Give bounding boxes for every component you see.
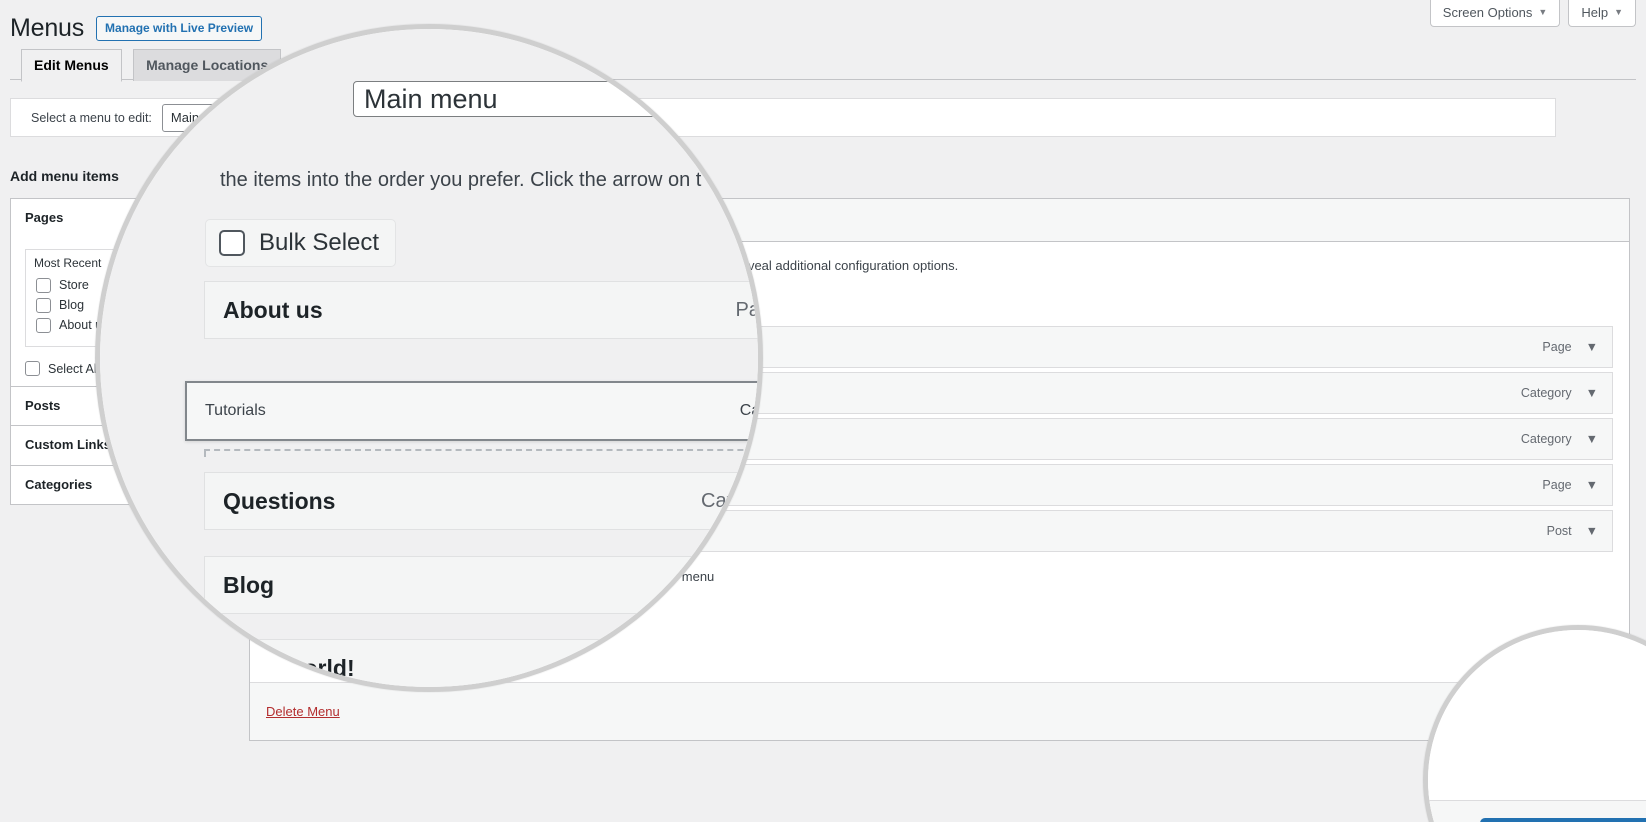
menu-item-title: Blog: [223, 571, 275, 598]
magnified-bulk-select-label: Bulk Select: [259, 229, 380, 256]
help-label: Help: [1581, 4, 1609, 20]
chevron-down-icon[interactable]: ▼: [1586, 478, 1598, 492]
checkbox-icon[interactable]: [36, 318, 51, 334]
wp-admin-menus-screen: Screen Options ▼ Help ▼ Menus Manage wit…: [0, 0, 1646, 822]
chevron-down-icon: ▼: [1614, 6, 1623, 17]
magnifier-content-primary: Main menu the items into the order you p…: [100, 29, 758, 687]
magnified-menu-item-hello-world[interactable]: Hello world! Post ▼: [204, 639, 758, 687]
menu-item-type: Page: [1542, 477, 1572, 492]
checkbox-icon[interactable]: [36, 298, 51, 314]
delete-menu-link[interactable]: Delete Menu: [266, 704, 340, 719]
menu-item-title: Tutorials: [205, 402, 266, 419]
page-label: Store: [59, 278, 89, 293]
chevron-down-icon[interactable]: ▼: [1586, 524, 1598, 538]
checkbox-icon[interactable]: [25, 361, 40, 377]
magnified-instructions: the items into the order you prefer. Cli…: [220, 169, 702, 191]
chevron-down-icon[interactable]: ▼: [1586, 432, 1598, 446]
magnified-menu-item-tutorials-dragging[interactable]: Tutorials Category ▼: [185, 381, 758, 441]
menu-item-type: Page: [1542, 339, 1572, 354]
magnified-menu-item-questions[interactable]: Questions Category ▼: [204, 472, 758, 530]
magnified-menu-name-input[interactable]: Main menu: [353, 81, 748, 117]
chevron-down-icon[interactable]: ▼: [1586, 386, 1598, 400]
menu-item-type: Category: [1520, 431, 1572, 446]
menu-item-title: Questions: [223, 487, 336, 514]
page-title: Menus: [10, 14, 85, 42]
magnified-bulk-select[interactable]: Bulk Select: [205, 219, 397, 267]
magnified-menu-item-about-us[interactable]: About us Page ▼: [204, 281, 758, 339]
magnified-menu-item-blog[interactable]: Blog Page ▼: [204, 556, 758, 614]
help-button[interactable]: Help ▼: [1568, 0, 1636, 27]
magnifier-lens-primary: Main menu the items into the order you p…: [95, 24, 763, 692]
select-all-label: Select All: [48, 361, 100, 376]
chevron-down-icon: ▼: [1538, 6, 1548, 17]
chevron-down-icon[interactable]: ▼: [1586, 340, 1598, 354]
screen-meta-links: Screen Options ▼ Help ▼: [1429, 0, 1636, 27]
checkbox-icon[interactable]: [219, 230, 245, 256]
menu-item-type: Category: [1520, 385, 1572, 400]
magnifier-content-save: Save Menu: [1428, 630, 1646, 822]
page-label: Blog: [59, 298, 85, 313]
menu-item-title: About us: [223, 296, 323, 323]
magnified-save-menu-button[interactable]: Save Menu: [1480, 818, 1646, 822]
checkbox-icon[interactable]: [36, 278, 51, 294]
menu-item-title: Hello world!: [223, 654, 355, 681]
screen-options-label: Screen Options: [1442, 4, 1533, 20]
menu-item-type: Category: [701, 489, 758, 512]
drag-drop-placeholder: [204, 449, 758, 457]
screen-options-button[interactable]: Screen Options ▼: [1429, 0, 1561, 27]
panel-tab-most-recent[interactable]: Most Recent: [34, 256, 101, 270]
menu-item-type: Post: [1546, 523, 1572, 538]
magnifier-lens-save: Save Menu: [1423, 625, 1646, 822]
